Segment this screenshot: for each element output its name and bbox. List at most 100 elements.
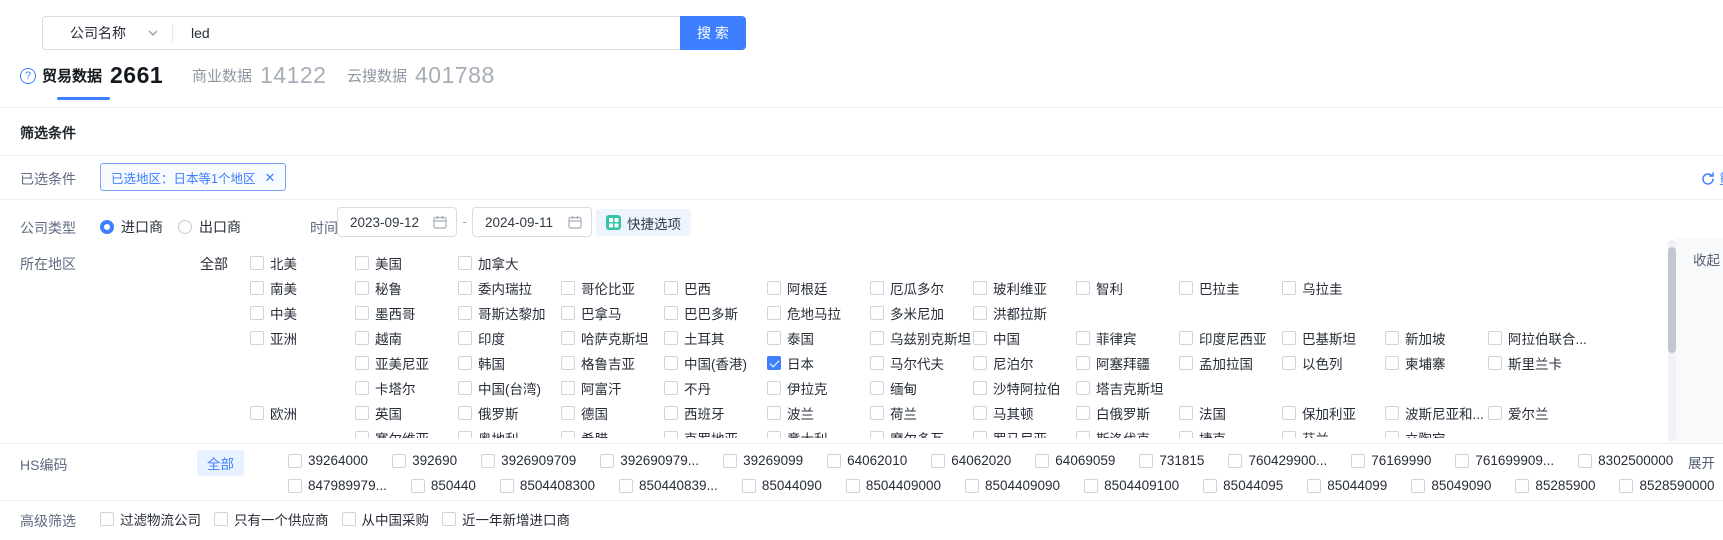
country-checkbox[interactable]: 立陶宛 — [1385, 428, 1488, 439]
country-checkbox[interactable]: 以色列 — [1282, 353, 1385, 373]
search-button[interactable]: 搜 索 — [680, 16, 746, 50]
country-checkbox[interactable]: 洪都拉斯 — [973, 303, 1076, 323]
hs-code-checkbox[interactable]: 8504408300 — [500, 478, 595, 493]
country-checkbox[interactable]: 斯洛伐克 — [1076, 428, 1179, 439]
country-checkbox[interactable]: 美国 — [355, 253, 458, 273]
country-checkbox[interactable]: 巴巴多斯 — [664, 303, 767, 323]
country-checkbox[interactable]: 罗马尼亚 — [973, 428, 1076, 439]
country-checkbox[interactable]: 格鲁吉亚 — [561, 353, 664, 373]
hs-code-checkbox[interactable]: 731815 — [1139, 453, 1204, 468]
country-checkbox[interactable]: 中国(台湾) — [458, 378, 561, 398]
country-checkbox[interactable]: 巴西 — [664, 278, 767, 298]
country-checkbox[interactable]: 亚美尼亚 — [355, 353, 458, 373]
country-checkbox[interactable]: 沙特阿拉伯 — [973, 378, 1076, 398]
country-checkbox[interactable]: 厄瓜多尔 — [870, 278, 973, 298]
region-all-button[interactable]: 全部 — [200, 254, 228, 274]
hs-code-checkbox[interactable]: 392690 — [392, 453, 457, 468]
country-checkbox[interactable]: 德国 — [561, 403, 664, 423]
hs-code-checkbox[interactable]: 392690979... — [600, 453, 699, 468]
tab-trade-data[interactable]: ? 贸易数据 2661 — [20, 62, 163, 89]
selected-region-tag[interactable]: 已选地区：日本等1个地区 ✕ — [100, 163, 286, 191]
country-checkbox[interactable]: 希腊 — [561, 428, 664, 439]
country-checkbox[interactable]: 哥斯达黎加 — [458, 303, 561, 323]
country-checkbox[interactable]: 奥地利 — [458, 428, 561, 439]
region-scrollbar-thumb[interactable] — [1668, 247, 1676, 353]
country-checkbox[interactable]: 越南 — [355, 328, 458, 348]
advanced-filter-checkbox[interactable]: 从中国采购 — [342, 509, 430, 529]
country-checkbox[interactable]: 哥伦比亚 — [561, 278, 664, 298]
hs-code-checkbox[interactable]: 8504409000 — [846, 478, 941, 493]
country-checkbox[interactable]: 泰国 — [767, 328, 870, 348]
hs-all-button[interactable]: 全部 — [197, 450, 244, 476]
country-checkbox[interactable]: 韩国 — [458, 353, 561, 373]
hs-code-checkbox[interactable]: 64069059 — [1035, 453, 1115, 468]
tab-business-data[interactable]: 商业数据 14122 — [192, 62, 326, 89]
tag-close-icon[interactable]: ✕ — [264, 171, 275, 184]
region-group-checkbox[interactable]: 北美 — [250, 253, 355, 273]
country-checkbox[interactable]: 秘鲁 — [355, 278, 458, 298]
country-checkbox[interactable]: 法国 — [1179, 403, 1282, 423]
country-checkbox[interactable]: 阿塞拜疆 — [1076, 353, 1179, 373]
country-checkbox[interactable]: 哈萨克斯坦 — [561, 328, 664, 348]
hs-code-checkbox[interactable]: 85044099 — [1307, 478, 1387, 493]
country-checkbox[interactable]: 尼泊尔 — [973, 353, 1076, 373]
reset-button[interactable]: 重置 — [1701, 169, 1723, 189]
hs-code-checkbox[interactable]: 39269099 — [723, 453, 803, 468]
country-checkbox[interactable]: 伊拉克 — [767, 378, 870, 398]
hs-code-checkbox[interactable]: 64062020 — [931, 453, 1011, 468]
country-checkbox[interactable]: 斯里兰卡 — [1488, 353, 1591, 373]
country-checkbox[interactable]: 爱尔兰 — [1488, 403, 1591, 423]
country-checkbox[interactable]: 保加利亚 — [1282, 403, 1385, 423]
radio-exporter[interactable]: 出口商 — [178, 217, 241, 237]
country-checkbox[interactable]: 墨西哥 — [355, 303, 458, 323]
region-group-checkbox[interactable]: 欧洲 — [250, 403, 355, 423]
region-group-checkbox[interactable]: 中美 — [250, 303, 355, 323]
country-checkbox[interactable]: 白俄罗斯 — [1076, 403, 1179, 423]
country-checkbox[interactable]: 印度尼西亚 — [1179, 328, 1282, 348]
country-checkbox[interactable]: 巴拉圭 — [1179, 278, 1282, 298]
country-checkbox[interactable]: 马尔代夫 — [870, 353, 973, 373]
country-checkbox[interactable]: 英国 — [355, 403, 458, 423]
date-to-input[interactable]: 2024-09-11 — [472, 207, 592, 237]
country-checkbox[interactable]: 多米尼加 — [870, 303, 973, 323]
country-checkbox[interactable]: 摩尔多瓦 — [870, 428, 973, 439]
advanced-filter-checkbox[interactable]: 过滤物流公司 — [100, 509, 201, 529]
hs-expand-link[interactable]: 展开 — [1688, 452, 1715, 472]
country-checkbox[interactable]: 卡塔尔 — [355, 378, 458, 398]
hs-code-checkbox[interactable]: 8504409090 — [965, 478, 1060, 493]
hs-code-checkbox[interactable]: 8504409100 — [1084, 478, 1179, 493]
country-checkbox[interactable]: 孟加拉国 — [1179, 353, 1282, 373]
country-checkbox[interactable]: 中国 — [973, 328, 1076, 348]
country-checkbox[interactable]: 柬埔寨 — [1385, 353, 1488, 373]
country-checkbox[interactable]: 乌兹别克斯坦 — [870, 328, 973, 348]
country-checkbox[interactable]: 新加坡 — [1385, 328, 1488, 348]
country-checkbox[interactable]: 中国(香港) — [664, 353, 767, 373]
date-from-input[interactable]: 2023-09-12 — [337, 207, 457, 237]
hs-code-checkbox[interactable]: 64062010 — [827, 453, 907, 468]
country-checkbox[interactable]: 委内瑞拉 — [458, 278, 561, 298]
hs-code-checkbox[interactable]: 760429900... — [1228, 453, 1327, 468]
radio-importer[interactable]: 进口商 — [100, 217, 163, 237]
hs-code-checkbox[interactable]: 76169990 — [1351, 453, 1431, 468]
hs-code-checkbox[interactable]: 85049090 — [1411, 478, 1491, 493]
quick-options-button[interactable]: 快捷选项 — [596, 209, 691, 236]
country-checkbox[interactable]: 阿根廷 — [767, 278, 870, 298]
tab-cloud-search-data[interactable]: 云搜数据 401788 — [347, 62, 495, 89]
region-group-checkbox[interactable]: 南美 — [250, 278, 355, 298]
country-checkbox[interactable]: 玻利维亚 — [973, 278, 1076, 298]
country-checkbox[interactable]: 危地马拉 — [767, 303, 870, 323]
hs-code-checkbox[interactable]: 850440839... — [619, 478, 718, 493]
country-checkbox[interactable]: 不丹 — [664, 378, 767, 398]
country-checkbox[interactable]: 乌拉圭 — [1282, 278, 1385, 298]
country-checkbox[interactable]: 巴基斯坦 — [1282, 328, 1385, 348]
hs-code-checkbox[interactable]: 8528590000 — [1619, 478, 1714, 493]
country-checkbox[interactable]: 西班牙 — [664, 403, 767, 423]
hs-code-checkbox[interactable]: 85285900 — [1515, 478, 1595, 493]
country-checkbox[interactable]: 克罗地亚 — [664, 428, 767, 439]
search-input[interactable]: led — [173, 25, 680, 41]
country-checkbox[interactable]: 荷兰 — [870, 403, 973, 423]
country-checkbox[interactable]: 波兰 — [767, 403, 870, 423]
country-checkbox[interactable]: 土耳其 — [664, 328, 767, 348]
hs-code-checkbox[interactable]: 85044095 — [1203, 478, 1283, 493]
country-checkbox[interactable]: 巴拿马 — [561, 303, 664, 323]
